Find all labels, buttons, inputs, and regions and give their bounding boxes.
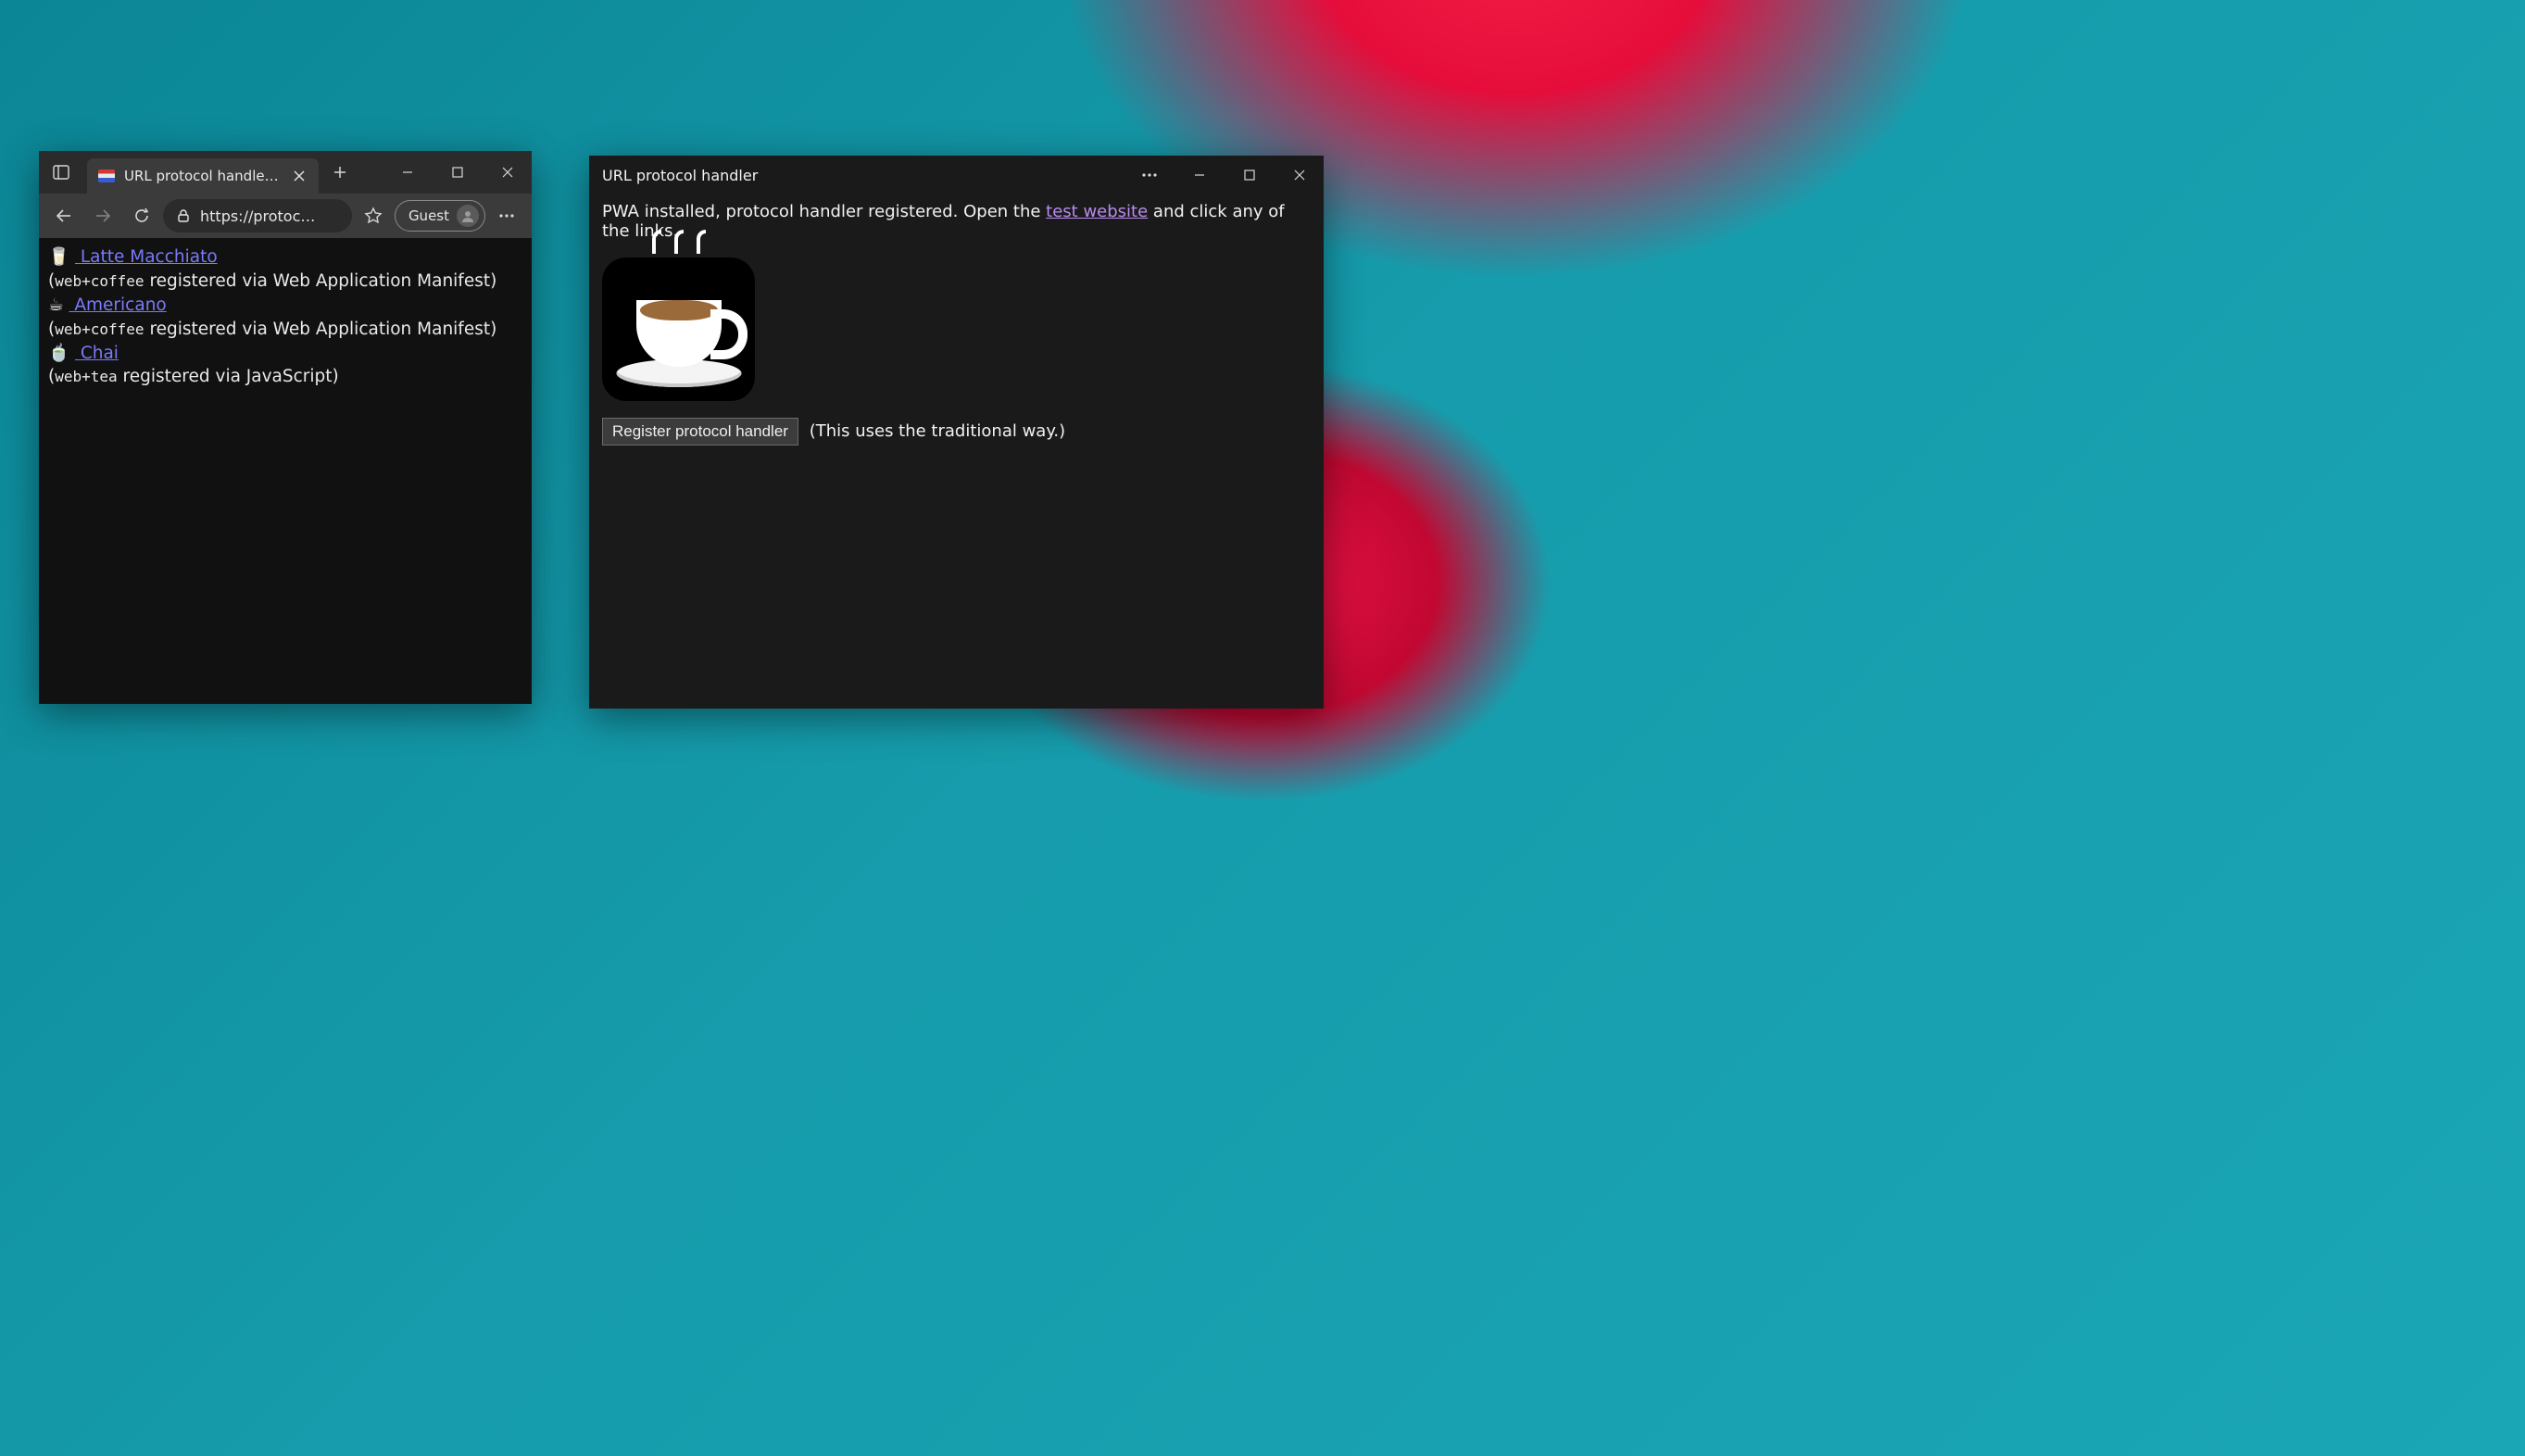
minimize-button[interactable] [1175, 158, 1224, 192]
new-tab-button[interactable] [324, 157, 356, 188]
test-website-link[interactable]: test website [1046, 202, 1148, 221]
pwa-content: PWA installed, protocol handler register… [589, 195, 1324, 709]
tab-strip: URL protocol handler links [83, 151, 383, 194]
link-row: 🍵 Chai [48, 342, 522, 366]
chai-link[interactable]: Chai [75, 344, 119, 363]
browser-titlebar: URL protocol handler links [39, 151, 532, 194]
menu-button[interactable] [489, 198, 524, 233]
coffee-cup-icon [602, 257, 755, 401]
register-hint: (This uses the traditional way.) [810, 421, 1065, 441]
register-protocol-button[interactable]: Register protocol handler [602, 418, 798, 446]
americano-link[interactable]: Americano [69, 295, 166, 315]
drink-emoji: 🍵 [48, 344, 69, 363]
site-info-icon[interactable] [176, 208, 191, 223]
link-row: 🥛 Latte Macchiato [48, 245, 522, 270]
drink-emoji: 🥛 [48, 247, 69, 267]
browser-tab[interactable]: URL protocol handler links [87, 158, 319, 194]
register-row: Register protocol handler (This uses the… [602, 418, 1311, 446]
profile-button[interactable]: Guest [395, 200, 485, 232]
tab-title: URL protocol handler links [124, 168, 280, 184]
close-button[interactable] [1275, 158, 1324, 192]
address-text: https://protoc… [200, 207, 315, 225]
pwa-window: URL protocol handler PWA installed, prot… [589, 156, 1324, 709]
tab-close-button[interactable] [289, 166, 309, 186]
drink-emoji: ☕ [48, 295, 64, 315]
forward-button[interactable] [85, 198, 120, 233]
status-text: PWA installed, protocol handler register… [602, 202, 1311, 241]
maximize-button[interactable] [1225, 158, 1274, 192]
window-controls [1125, 158, 1324, 192]
maximize-button[interactable] [433, 156, 482, 189]
back-button[interactable] [46, 198, 82, 233]
latte-link[interactable]: Latte Macchiato [75, 247, 218, 267]
browser-toolbar: https://protoc… Guest [39, 194, 532, 238]
page-content: 🥛 Latte Macchiato (web+coffee registered… [39, 238, 532, 704]
link-note: (web+coffee registered via Web Applicati… [48, 270, 522, 294]
address-bar[interactable]: https://protoc… [163, 199, 352, 232]
profile-label: Guest [408, 207, 449, 224]
close-button[interactable] [484, 156, 532, 189]
app-menu-button[interactable] [1125, 158, 1174, 192]
tab-favicon [98, 169, 115, 182]
tab-actions-button[interactable] [39, 151, 83, 194]
browser-window: URL protocol handler links [39, 151, 532, 704]
link-note: (web+tea registered via JavaScript) [48, 365, 522, 389]
favorites-button[interactable] [356, 198, 391, 233]
minimize-button[interactable] [383, 156, 432, 189]
link-row: ☕ Americano [48, 294, 522, 318]
refresh-button[interactable] [124, 198, 159, 233]
window-controls [383, 151, 532, 194]
pwa-titlebar: URL protocol handler [589, 156, 1324, 195]
link-note: (web+coffee registered via Web Applicati… [48, 318, 522, 342]
avatar-icon [457, 205, 479, 227]
pwa-title: URL protocol handler [602, 167, 1125, 184]
